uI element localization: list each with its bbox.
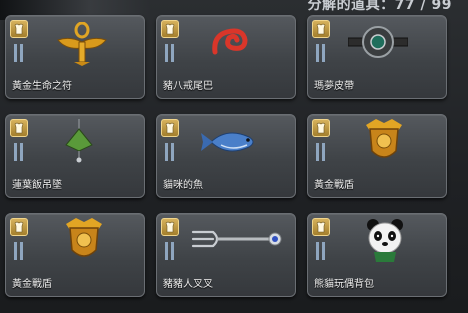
fork-icon: [191, 230, 282, 248]
item-grid: 黃金生命之符 豬八戒尾巴 瑪夢皮帶 蓮葉飯吊墜 貓咪的魚 黃金戰盾 黃金戰盾 豬…: [0, 0, 468, 313]
equipment-slot-icon: [14, 143, 23, 161]
item-name: 貓咪的魚: [163, 180, 203, 191]
equipment-slot-icon: [165, 143, 174, 161]
equipment-slot-icon: [316, 44, 325, 62]
item-name: 豬豬人叉叉: [163, 279, 213, 290]
gear-icon: [312, 20, 330, 38]
belt-buckle-icon: [348, 26, 408, 58]
item-card[interactable]: 蓮葉飯吊墜: [5, 114, 145, 198]
gear-icon: [161, 20, 179, 38]
item-name: 瑪夢皮帶: [314, 81, 354, 92]
golden-shield-icon: [366, 119, 402, 158]
equipment-slot-icon: [316, 242, 325, 260]
item-card[interactable]: 黃金戰盾: [307, 114, 447, 198]
item-card[interactable]: 豬豬人叉叉: [156, 213, 296, 297]
item-name: 黃金生命之符: [12, 81, 72, 92]
item-card[interactable]: 貓咪的魚: [156, 114, 296, 198]
golden-winged-ankh-icon: [57, 22, 107, 66]
item-card[interactable]: 黃金戰盾: [5, 213, 145, 297]
equipment-slot-icon: [165, 44, 174, 62]
gear-icon: [161, 218, 179, 236]
golden-shield-icon: [66, 218, 102, 257]
item-name: 豬八戒尾巴: [163, 81, 213, 92]
item-card[interactable]: 熊貓玩偶背包: [307, 213, 447, 297]
equipment-slot-icon: [165, 242, 174, 260]
item-card[interactable]: 黃金生命之符: [5, 15, 145, 99]
red-pig-tail-icon: [212, 28, 248, 55]
blue-fish-icon: [201, 132, 254, 152]
item-name: 蓮葉飯吊墜: [12, 180, 62, 191]
gear-icon: [312, 218, 330, 236]
gear-icon: [161, 119, 179, 137]
gear-icon: [10, 119, 28, 137]
item-card[interactable]: 豬八戒尾巴: [156, 15, 296, 99]
leaf-rice-pendant-icon: [65, 119, 93, 163]
gear-icon: [10, 218, 28, 236]
equipment-slot-icon: [14, 242, 23, 260]
item-name: 黃金戰盾: [314, 180, 354, 191]
item-card[interactable]: 瑪夢皮帶: [307, 15, 447, 99]
item-name: 熊貓玩偶背包: [314, 279, 374, 290]
gear-icon: [10, 20, 28, 38]
panda-backpack-icon: [367, 219, 403, 262]
item-name: 黃金戰盾: [12, 279, 52, 290]
equipment-slot-icon: [316, 143, 325, 161]
equipment-slot-icon: [14, 44, 23, 62]
gear-icon: [312, 119, 330, 137]
